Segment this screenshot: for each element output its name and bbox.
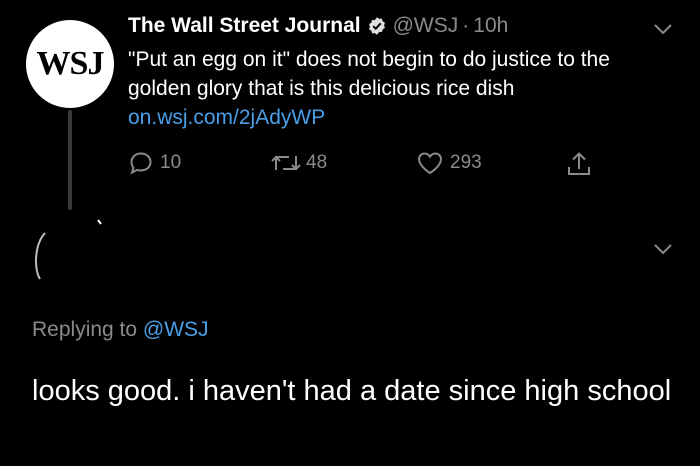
thread-line [68,110,72,210]
reply-icon [130,152,152,175]
chevron-down-icon[interactable] [653,22,673,36]
tweet-text: "Put an egg on it" does not begin to do … [128,45,668,132]
tweet-time[interactable]: 10h [473,14,508,38]
reply-count: 10 [160,152,182,173]
retweet-button[interactable]: 48 [270,150,327,176]
share-icon [568,152,590,175]
replying-prefix: Replying to [32,318,143,341]
reply-button[interactable]: 10 [128,150,181,176]
like-count: 293 [450,152,482,173]
retweet-count: 48 [306,152,328,173]
author-name[interactable]: The Wall Street Journal [128,14,361,38]
reply-text: looks good. i haven't had a date since h… [32,375,672,407]
reply-avatar[interactable] [28,215,118,305]
replying-to: Replying to @WSJ [32,318,209,342]
tweet-actions: 10 48 293 [128,150,608,180]
like-button[interactable]: 293 [416,150,482,176]
share-button[interactable] [566,150,592,178]
reply-avatar-image [35,219,102,280]
tweet-body: "Put an egg on it" does not begin to do … [128,48,610,100]
author-handle[interactable]: @WSJ [393,14,459,38]
avatar-text: WSJ [36,45,105,82]
reply-chevron-down-icon[interactable] [653,242,673,256]
wsj-avatar[interactable]: WSJ [26,20,114,108]
replying-handle[interactable]: @WSJ [143,318,209,341]
tweet-header: The Wall Street Journal @WSJ · 10h [128,14,508,38]
verified-icon [368,17,385,35]
separator-dot: · [462,14,470,37]
tweet-link[interactable]: on.wsj.com/2jAdyWP [128,106,325,129]
like-icon [417,152,443,175]
retweet-icon [271,155,301,171]
